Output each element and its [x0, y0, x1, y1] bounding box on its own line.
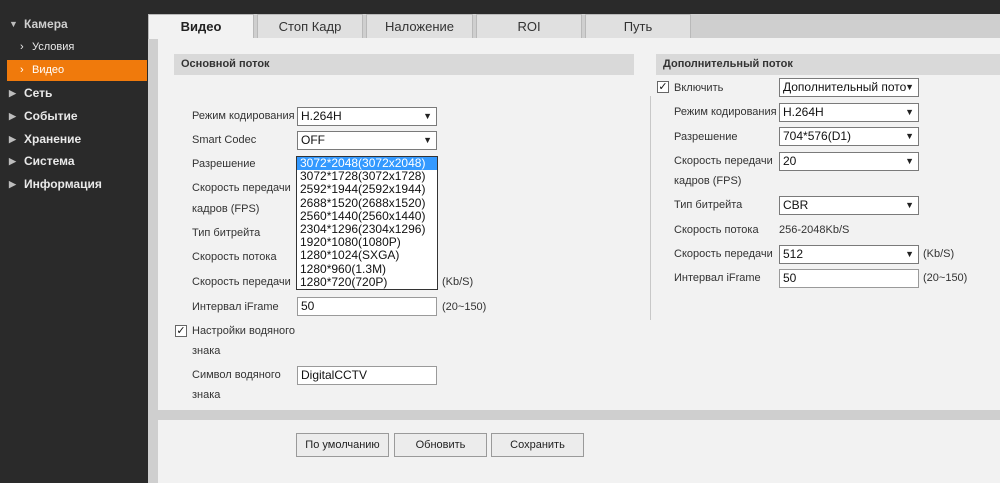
extra-stream-speed-value: 256-2048Kb/S — [779, 224, 850, 236]
select-value: 20 — [783, 154, 797, 168]
sidebar-item-storage[interactable]: ▶ Хранение — [0, 129, 148, 150]
tab-video[interactable]: Видео — [148, 14, 254, 39]
bitrate-unit: (Kb/S) — [442, 276, 474, 288]
resolution-option[interactable]: 1280*720(720P) — [297, 275, 437, 289]
collapsed-arrow-icon: ▶ — [9, 111, 16, 121]
extra-iframe-range-hint: (20~150) — [923, 272, 968, 284]
bitrate-type-label: Тип битрейта — [192, 227, 261, 239]
sidebar-subitem-label: Видео — [32, 64, 65, 76]
tab-path[interactable]: Путь — [585, 14, 691, 38]
extra-bitrate-type-select[interactable]: CBR ▼ — [779, 196, 919, 215]
stream-speed-label: Скорость потока — [192, 251, 277, 263]
extra-stream-speed-label: Скорость потока — [674, 224, 759, 236]
wm-symbol-input[interactable]: DigitalCCTV — [297, 366, 437, 385]
select-value: H.264H — [783, 105, 824, 119]
sidebar-subitem-video[interactable]: › Видео — [7, 60, 147, 81]
main-iframe-input[interactable]: 50 — [297, 297, 437, 316]
extra-iframe-input[interactable]: 50 — [779, 269, 919, 288]
wm-symbol-label-line1: Символ водяного — [192, 369, 281, 381]
iframe-label: Интервал iFrame — [192, 301, 279, 313]
collapsed-arrow-icon: ▶ — [9, 134, 16, 144]
bitrate-label: Скорость передачи — [192, 276, 291, 288]
extra-fps-select[interactable]: 20 ▼ — [779, 152, 919, 171]
watermark-label-line1: Настройки водяного — [192, 325, 296, 337]
refresh-button[interactable]: Обновить — [394, 433, 487, 457]
fps-label-line1: Скорость передачи — [192, 182, 291, 194]
extra-fps-label-line2: кадров (FPS) — [674, 175, 742, 187]
select-value: Дополнительный пото — [783, 80, 907, 94]
select-value: CBR — [783, 198, 809, 212]
extra-bitrate-label: Скорость передачи — [674, 248, 773, 260]
chevron-right-icon: › — [20, 64, 24, 76]
extra-enc-mode-select[interactable]: H.264H ▼ — [779, 103, 919, 122]
tab-overlay[interactable]: Наложение — [366, 14, 473, 38]
resolution-option[interactable]: 1280*1024(SXGA) — [297, 249, 437, 262]
select-value: 512 — [783, 247, 804, 261]
tab-roi[interactable]: ROI — [476, 14, 582, 38]
extra-stream-header: Дополнительный поток — [656, 54, 1000, 75]
collapsed-arrow-icon: ▶ — [9, 88, 16, 98]
sidebar-item-network[interactable]: ▶ Сеть — [0, 83, 148, 104]
main-stream-header: Основной поток — [174, 54, 634, 75]
sidebar-item-label: Сеть — [24, 86, 53, 100]
sidebar-subitem-label: Условия — [32, 41, 75, 53]
resolution-dropdown-list[interactable]: 3072*2048(3072x2048) 3072*1728(3072x1728… — [296, 156, 438, 290]
chevron-right-icon: › — [20, 41, 24, 53]
chevron-down-icon: ▼ — [905, 156, 914, 166]
enable-extra-checkbox[interactable]: ✓ — [657, 81, 669, 93]
sidebar: ▼ Камера › Условия › Видео ▶ Сеть ▶ Собы… — [0, 0, 148, 483]
chevron-down-icon: ▼ — [905, 82, 914, 92]
smart-codec-select[interactable]: OFF ▼ — [297, 131, 437, 150]
select-value: 704*576(D1) — [783, 129, 852, 143]
extra-bitrate-select[interactable]: 512 ▼ — [779, 245, 919, 264]
resolution-option[interactable]: 2592*1944(2592x1944) — [297, 183, 437, 196]
sidebar-item-event[interactable]: ▶ Событие — [0, 106, 148, 127]
enable-label: Включить — [674, 82, 724, 94]
wm-symbol-label-line2: знака — [192, 389, 221, 401]
extra-resolution-select[interactable]: 704*576(D1) ▼ — [779, 127, 919, 146]
extra-bitrate-type-label: Тип битрейта — [674, 199, 743, 211]
sidebar-item-label: Камера — [24, 17, 68, 31]
sidebar-item-system[interactable]: ▶ Система — [0, 151, 148, 172]
chevron-down-icon: ▼ — [423, 135, 432, 145]
extra-fps-label-line1: Скорость передачи — [674, 155, 773, 167]
watermark-label-line2: знака — [192, 345, 221, 357]
sidebar-item-label: Система — [24, 154, 75, 168]
sidebar-item-info[interactable]: ▶ Информация — [0, 174, 148, 195]
enc-mode-label: Режим кодирования — [192, 110, 295, 122]
select-value: H.264H — [301, 109, 342, 123]
chevron-down-icon: ▼ — [905, 200, 914, 210]
sidebar-item-label: Информация — [24, 177, 102, 191]
chevron-down-icon: ▼ — [423, 111, 432, 121]
extra-enc-mode-label: Режим кодирования — [674, 106, 777, 118]
resolution-option[interactable]: 2560*1440(2560x1440) — [297, 209, 437, 223]
expanded-arrow-icon: ▼ — [9, 19, 18, 29]
tab-snapshot[interactable]: Стоп Кадр — [257, 14, 363, 38]
extra-bitrate-unit: (Kb/S) — [923, 248, 955, 260]
watermark-checkbox[interactable]: ✓ — [175, 325, 187, 337]
sidebar-item-camera[interactable]: ▼ Камера — [0, 14, 148, 35]
main-enc-mode-select[interactable]: H.264H ▼ — [297, 107, 437, 126]
extra-stream-select[interactable]: Дополнительный пото ▼ — [779, 78, 919, 97]
sidebar-item-label: Хранение — [24, 132, 82, 146]
extra-resolution-label: Разрешение — [674, 131, 738, 143]
chevron-down-icon: ▼ — [905, 249, 914, 259]
section-divider — [650, 96, 651, 320]
smart-codec-label: Smart Codec — [192, 134, 257, 146]
fps-label-line2: кадров (FPS) — [192, 203, 260, 215]
save-button[interactable]: Сохранить — [491, 433, 584, 457]
resolution-label: Разрешение — [192, 158, 256, 170]
top-strip — [148, 0, 1000, 14]
resolution-option[interactable]: 1280*960(1.3M) — [297, 262, 437, 276]
chevron-down-icon: ▼ — [905, 107, 914, 117]
chevron-down-icon: ▼ — [905, 131, 914, 141]
extra-iframe-label: Интервал iFrame — [674, 272, 761, 284]
collapsed-arrow-icon: ▶ — [9, 156, 16, 166]
sidebar-item-label: Событие — [24, 109, 78, 123]
default-button[interactable]: По умолчанию — [296, 433, 389, 457]
select-value: OFF — [301, 133, 325, 147]
resolution-option[interactable]: 2688*1520(2688x1520) — [297, 196, 437, 210]
collapsed-arrow-icon: ▶ — [9, 179, 16, 189]
iframe-range-hint: (20~150) — [442, 301, 487, 313]
